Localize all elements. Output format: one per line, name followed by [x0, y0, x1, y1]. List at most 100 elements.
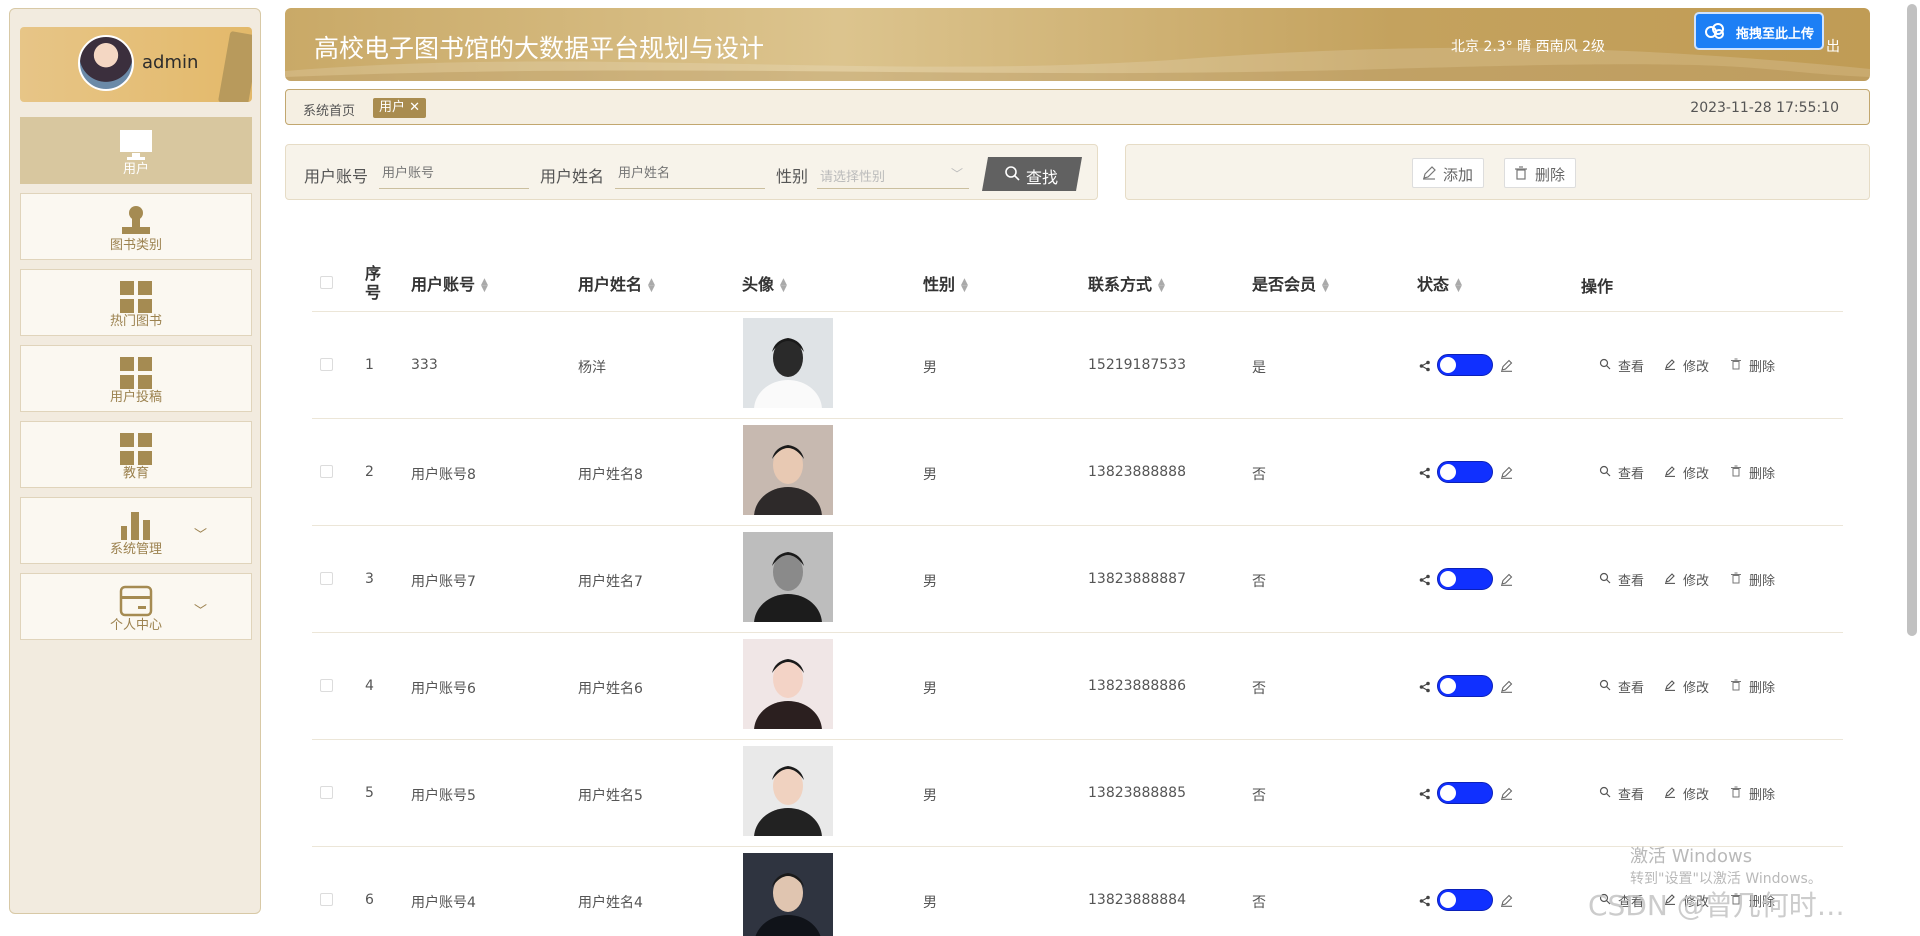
grid-icon — [120, 433, 152, 465]
status-toggle[interactable] — [1437, 675, 1493, 697]
edit-button[interactable]: 修改 — [1664, 677, 1709, 696]
cell-member: 否 — [1252, 895, 1266, 911]
sidebar-item-users[interactable]: 用户 — [20, 117, 252, 184]
edit-icon[interactable] — [1500, 359, 1513, 372]
header-avatar[interactable]: 头像 ▲ ▼ — [742, 271, 787, 295]
edit-icon — [1423, 166, 1436, 180]
delete-button[interactable]: 删除 — [1730, 677, 1775, 696]
edit-button-label: 修改 — [1683, 467, 1710, 482]
gender-select[interactable]: 请选择性别 ﹀ — [817, 159, 969, 189]
cell-contact: 13823888888 — [1088, 464, 1186, 480]
cell-member: 否 — [1252, 788, 1266, 804]
avatar-thumbnail[interactable] — [743, 425, 833, 515]
tab-users[interactable]: 用户 ✕ — [373, 98, 427, 118]
cell-gender: 男 — [923, 681, 937, 697]
add-button[interactable]: 添加 — [1412, 158, 1485, 188]
sidebar-item-hot-books[interactable]: 热门图书 — [20, 269, 252, 336]
avatar-thumbnail[interactable] — [743, 639, 833, 729]
header-gender[interactable]: 性别 ▲ ▼ — [923, 271, 968, 295]
vertical-scrollbar[interactable] — [1907, 4, 1917, 636]
status-toggle[interactable] — [1437, 782, 1493, 804]
sidebar-item-user-submissions[interactable]: 用户投稿 — [20, 345, 252, 412]
delete-button[interactable]: 删除 — [1730, 463, 1775, 482]
edit-button-label: 修改 — [1683, 681, 1710, 696]
sort-icon[interactable]: ▲ ▼ — [961, 277, 968, 293]
account-search-input[interactable] — [379, 159, 529, 189]
search-button[interactable]: 查找 — [982, 157, 1082, 191]
row-checkbox[interactable] — [320, 679, 333, 692]
sort-icon[interactable]: ▲ ▼ — [1322, 277, 1329, 293]
header-name[interactable]: 用户姓名 ▲ ▼ — [578, 271, 655, 295]
toggle-knob — [1440, 678, 1456, 694]
search-icon — [1599, 786, 1611, 798]
edit-button[interactable]: 修改 — [1664, 463, 1709, 482]
sort-icon[interactable]: ▲ ▼ — [481, 277, 488, 293]
header-contact[interactable]: 联系方式 ▲ ▼ — [1088, 271, 1165, 295]
name-search-input[interactable] — [615, 159, 765, 189]
row-checkbox[interactable] — [320, 465, 333, 478]
delete-button[interactable]: 删除 — [1730, 784, 1775, 803]
share-icon[interactable] — [1419, 895, 1431, 907]
header-member-label: 是否会员 — [1252, 275, 1317, 294]
share-icon[interactable] — [1419, 788, 1431, 800]
share-icon[interactable] — [1419, 574, 1431, 586]
status-toggle[interactable] — [1437, 889, 1493, 911]
edit-icon[interactable] — [1500, 466, 1513, 479]
search-icon — [1599, 465, 1611, 477]
sort-icon[interactable]: ▲ ▼ — [1158, 277, 1165, 293]
gender-label: 性别 — [776, 167, 809, 186]
delete-button[interactable]: 删除 — [1730, 570, 1775, 589]
avatar-thumbnail[interactable] — [743, 532, 833, 622]
sidebar-item-book-category[interactable]: 图书类别 — [20, 193, 252, 260]
sidebar-item-education[interactable]: 教育 — [20, 421, 252, 488]
trash-icon — [1731, 358, 1741, 370]
avatar-thumbnail[interactable] — [743, 853, 833, 936]
edit-icon[interactable] — [1500, 573, 1513, 586]
row-checkbox[interactable] — [320, 572, 333, 585]
delete-button[interactable]: 删除 — [1730, 356, 1775, 375]
breadcrumb-home[interactable]: 系统首页 — [303, 100, 355, 119]
avatar-thumbnail[interactable] — [743, 746, 833, 836]
view-button[interactable]: 查看 — [1599, 463, 1644, 482]
row-checkbox[interactable] — [320, 893, 333, 906]
sidebar-item-personal-center[interactable]: 个人中心 ﹀ — [20, 573, 252, 640]
avatar-thumbnail[interactable] — [743, 318, 833, 408]
header-status-label: 状态 — [1417, 275, 1450, 294]
view-button[interactable]: 查看 — [1599, 677, 1644, 696]
sort-icon[interactable]: ▲ ▼ — [1455, 277, 1462, 293]
header-account[interactable]: 用户账号 ▲ ▼ — [411, 271, 488, 295]
sort-icon[interactable]: ▲ ▼ — [648, 277, 655, 293]
upload-badge[interactable]: 拖拽至此上传 — [1694, 12, 1824, 50]
edit-icon[interactable] — [1500, 787, 1513, 800]
edit-button[interactable]: 修改 — [1664, 784, 1709, 803]
view-button[interactable]: 查看 — [1599, 570, 1644, 589]
datetime: 2023-11-28 17:55:10 — [1690, 100, 1839, 116]
share-icon[interactable] — [1419, 681, 1431, 693]
logout-link[interactable]: 出 — [1826, 36, 1840, 56]
share-icon[interactable] — [1419, 360, 1431, 372]
edit-icon[interactable] — [1500, 894, 1513, 907]
view-button[interactable]: 查看 — [1599, 784, 1644, 803]
share-icon[interactable] — [1419, 467, 1431, 479]
status-toggle[interactable] — [1437, 354, 1493, 376]
sidebar-item-label: 个人中心 — [109, 618, 162, 633]
header-member[interactable]: 是否会员 ▲ ▼ — [1252, 271, 1329, 295]
sidebar-item-system-management[interactable]: 系统管理 ﹀ — [20, 497, 252, 564]
view-button[interactable]: 查看 — [1599, 356, 1644, 375]
edit-button[interactable]: 修改 — [1664, 356, 1709, 375]
avatar[interactable] — [78, 35, 134, 91]
status-toggle[interactable] — [1437, 461, 1493, 483]
edit-button[interactable]: 修改 — [1664, 570, 1709, 589]
header-status[interactable]: 状态 ▲ ▼ — [1417, 271, 1462, 295]
row-checkbox[interactable] — [320, 786, 333, 799]
edit-icon[interactable] — [1500, 680, 1513, 693]
sidebar: admin 用户 图书类别 热门图书 用户投稿 教育 系统管理 ﹀ 个人中心 ﹀ — [9, 8, 261, 914]
sidebar-item-label: 教育 — [122, 466, 149, 481]
toggle-knob — [1440, 464, 1456, 480]
view-button-label: 查看 — [1618, 360, 1645, 375]
sort-icon[interactable]: ▲ ▼ — [780, 277, 787, 293]
select-all-checkbox[interactable] — [320, 276, 333, 289]
bulk-delete-button[interactable]: 删除 — [1504, 158, 1577, 188]
row-checkbox[interactable] — [320, 358, 333, 371]
status-toggle[interactable] — [1437, 568, 1493, 590]
